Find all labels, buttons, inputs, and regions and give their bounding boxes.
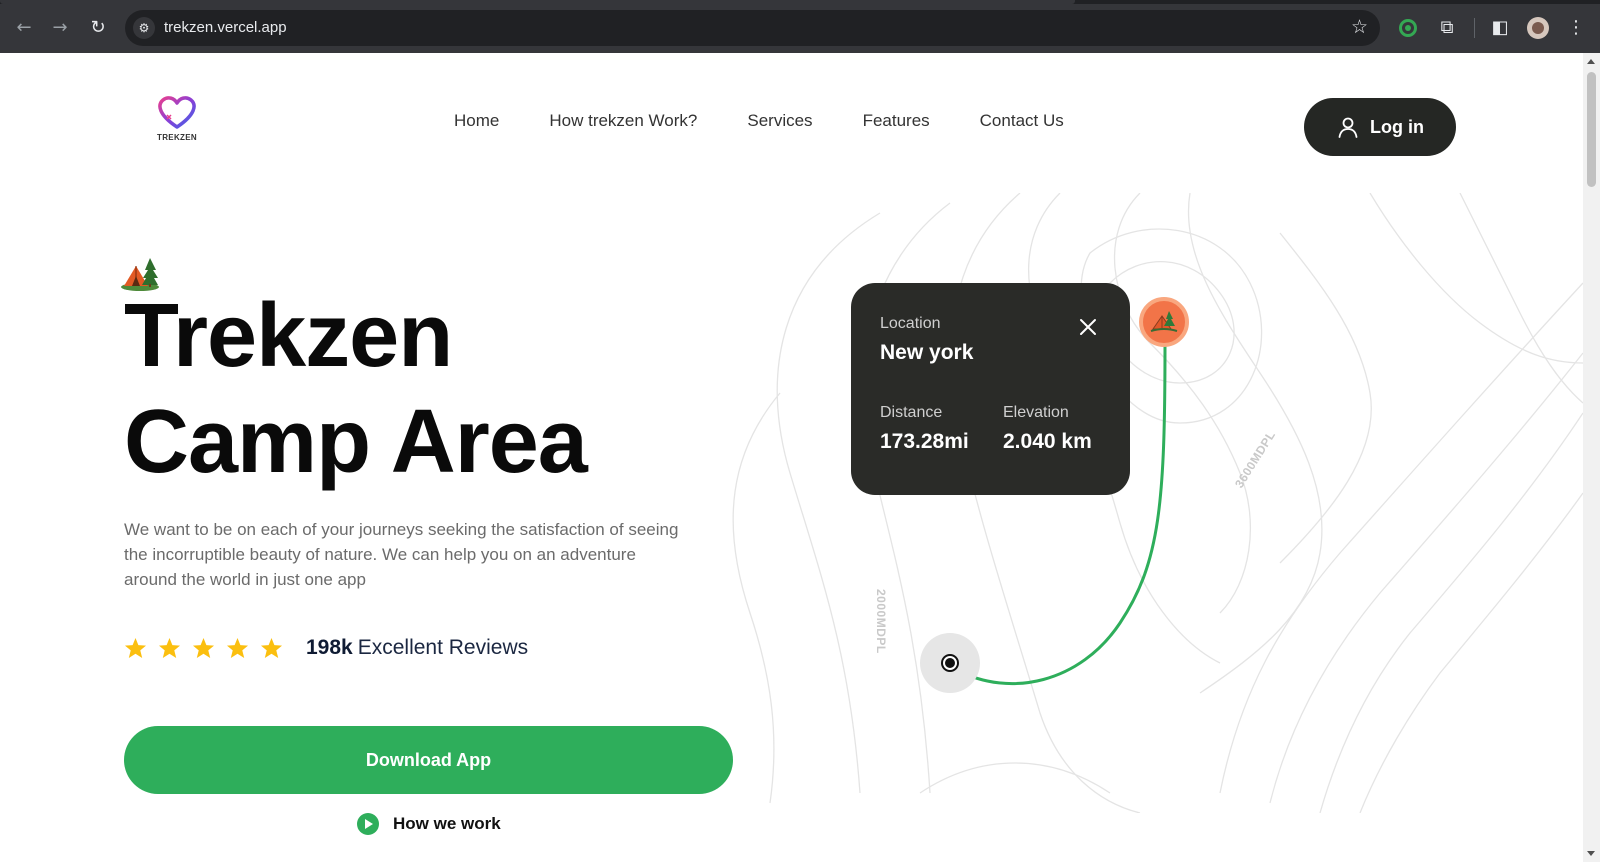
page-scrollbar[interactable] bbox=[1583, 53, 1600, 862]
close-icon[interactable] bbox=[1079, 318, 1097, 336]
toolbar-divider bbox=[1474, 18, 1475, 38]
elevation-label: Elevation bbox=[1003, 404, 1069, 421]
rating-label: Excellent Reviews bbox=[357, 636, 529, 659]
scroll-thumb[interactable] bbox=[1587, 72, 1596, 187]
login-label: Log in bbox=[1370, 116, 1424, 137]
login-button[interactable]: Log in bbox=[1304, 98, 1456, 156]
extension-ring-icon[interactable] bbox=[1399, 19, 1417, 37]
trekzen-logo[interactable]: TREKZEN bbox=[149, 93, 205, 151]
location-label: Location bbox=[880, 315, 941, 332]
forward-icon[interactable]: → bbox=[48, 16, 72, 40]
logo-text: TREKZEN bbox=[157, 133, 197, 142]
download-app-button[interactable]: Download App bbox=[124, 726, 733, 794]
menu-dots-icon[interactable]: ⋮ bbox=[1566, 16, 1586, 40]
elevation-value: 2.040 km bbox=[1003, 430, 1092, 453]
origin-marker[interactable] bbox=[943, 656, 957, 670]
web-page: TREKZEN Home How trekzen Work? Services … bbox=[0, 53, 1583, 862]
rating-count: 198k bbox=[306, 636, 353, 659]
reload-icon[interactable]: ↻ bbox=[86, 16, 110, 40]
bookmark-star-icon[interactable]: ☆ bbox=[1351, 16, 1368, 38]
distance-value: 173.28mi bbox=[880, 430, 969, 453]
how-we-work-link[interactable]: How we work bbox=[357, 813, 501, 835]
back-icon[interactable]: ← bbox=[12, 16, 36, 40]
star-icon bbox=[158, 637, 181, 659]
contour-label-2000: 2000MDPL bbox=[874, 589, 888, 654]
star-icon bbox=[192, 637, 215, 659]
main-nav: Home How trekzen Work? Services Features… bbox=[454, 111, 1064, 131]
play-icon bbox=[357, 813, 379, 835]
nav-features[interactable]: Features bbox=[863, 111, 930, 131]
rating-stars bbox=[124, 637, 283, 659]
hero-title-line1: Trekzen bbox=[124, 286, 453, 386]
user-icon bbox=[1338, 117, 1358, 138]
url-text[interactable]: trekzen.vercel.app bbox=[164, 19, 287, 36]
nav-contact[interactable]: Contact Us bbox=[980, 111, 1064, 131]
star-icon bbox=[124, 637, 147, 659]
distance-label: Distance bbox=[880, 404, 943, 421]
nav-how-it-works[interactable]: How trekzen Work? bbox=[549, 111, 697, 131]
heart-logo-icon bbox=[158, 96, 196, 129]
tab-active[interactable] bbox=[0, 0, 1075, 4]
nav-services[interactable]: Services bbox=[747, 111, 812, 131]
browser-toolbar: ← → ↻ ⚙ trekzen.vercel.app ☆ ⧉ ◧ ⋮ bbox=[0, 0, 1600, 53]
hero-description: We want to be on each of your journeys s… bbox=[124, 520, 679, 589]
profile-avatar[interactable] bbox=[1527, 17, 1549, 39]
tent-icon bbox=[1150, 311, 1178, 332]
rating-row: 198k Excellent Reviews bbox=[124, 636, 528, 660]
camp-pin[interactable] bbox=[1139, 297, 1189, 347]
location-value: New york bbox=[880, 341, 974, 364]
how-we-work-label: How we work bbox=[393, 814, 501, 833]
location-card: Location New york Distance 173.28mi Elev… bbox=[851, 283, 1130, 495]
nav-home[interactable]: Home bbox=[454, 111, 499, 131]
address-bar[interactable]: ⚙ trekzen.vercel.app ☆ bbox=[125, 10, 1380, 46]
hero-title: Trekzen Camp Area bbox=[124, 283, 824, 495]
star-icon bbox=[260, 637, 283, 659]
star-icon bbox=[226, 637, 249, 659]
scroll-down-icon[interactable] bbox=[1587, 851, 1595, 856]
side-panel-icon[interactable]: ◧ bbox=[1488, 16, 1512, 40]
tab-strip bbox=[0, 0, 1600, 4]
scroll-up-icon[interactable] bbox=[1587, 59, 1595, 64]
site-info-icon[interactable]: ⚙ bbox=[133, 17, 155, 39]
hero-title-line2: Camp Area bbox=[124, 392, 588, 492]
extensions-puzzle-icon[interactable]: ⧉ bbox=[1435, 16, 1459, 40]
